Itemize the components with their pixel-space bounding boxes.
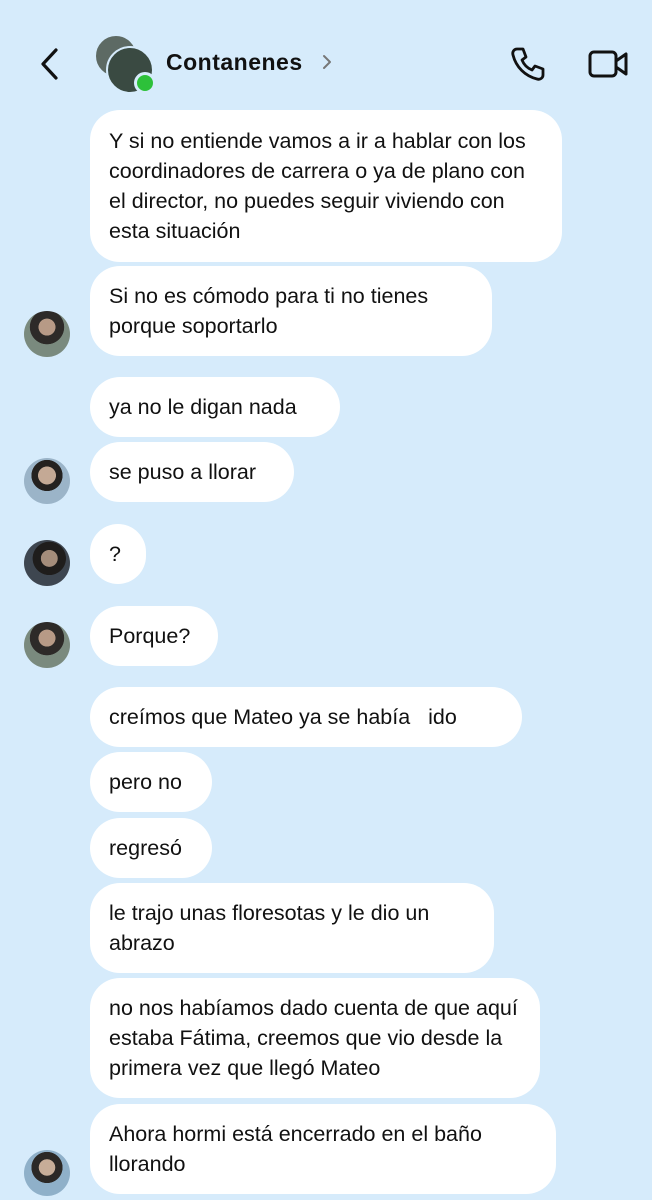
sender-avatar[interactable] [24,622,70,668]
message-text: regresó [109,836,182,860]
message-text: Porque? [109,624,191,648]
message-bubble[interactable]: Porque? [90,606,218,666]
message-text: se puso a llorar [109,460,256,484]
message-bubble[interactable]: creímos que Mateo ya se había ido [90,687,522,747]
chevron-right-icon[interactable] [320,51,334,73]
sender-avatar[interactable] [24,540,70,586]
message-text: ya no le digan nada [109,395,297,419]
message-bubble[interactable]: regresó [90,818,212,878]
online-status-indicator [134,72,156,94]
chat-title[interactable]: Contanenes [166,49,303,76]
video-camera-icon [588,50,628,78]
message-text: le trajo unas floresotas y le dio un abr… [109,901,436,955]
phone-icon [511,47,545,81]
video-call-button[interactable] [586,44,630,84]
message-bubble[interactable]: le trajo unas floresotas y le dio un abr… [90,883,494,973]
chat-header: Contanenes [0,0,652,118]
chevron-left-icon [41,48,58,80]
message-text: creímos que Mateo ya se había ido [109,705,457,729]
message-bubble[interactable]: pero no [90,752,212,812]
call-button[interactable] [508,44,548,84]
message-bubble[interactable]: Ahora hormi está encerrado en el baño ll… [90,1104,556,1194]
sender-avatar[interactable] [24,458,70,504]
message-text: ? [109,542,121,566]
message-text: Si no es cómodo para ti no tienes porque… [109,284,435,338]
message-bubble[interactable]: no nos habíamos dado cuenta de que aquí … [90,978,540,1098]
sender-avatar[interactable] [24,1150,70,1196]
message-bubble[interactable]: Si no es cómodo para ti no tienes porque… [90,266,492,356]
back-button[interactable] [34,44,68,84]
message-bubble[interactable]: se puso a llorar [90,442,294,502]
message-text: pero no [109,770,182,794]
group-avatar[interactable] [94,34,156,94]
message-bubble[interactable]: Y si no entiende vamos a ir a hablar con… [90,110,562,262]
message-text: Ahora hormi está encerrado en el baño ll… [109,1122,488,1176]
message-bubble[interactable]: ? [90,524,146,584]
message-text: no nos habíamos dado cuenta de que aquí … [109,996,524,1080]
message-bubble[interactable]: ya no le digan nada [90,377,340,437]
message-text: Y si no entiende vamos a ir a hablar con… [109,129,532,243]
sender-avatar[interactable] [24,311,70,357]
